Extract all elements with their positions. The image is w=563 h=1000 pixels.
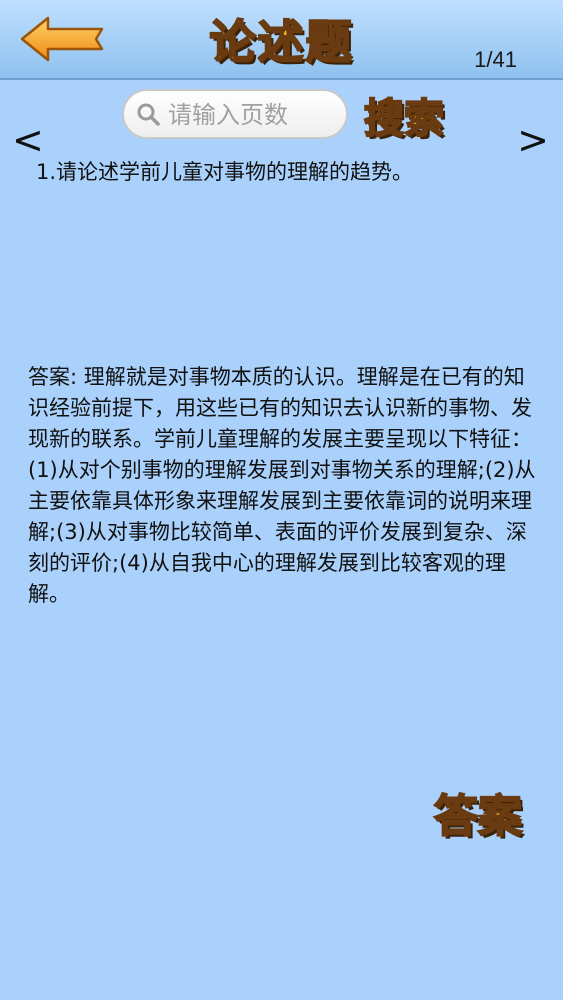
show-answer-button[interactable]: 答案: [433, 780, 523, 844]
search-field[interactable]: [122, 89, 348, 139]
page-counter: 1/41: [474, 47, 517, 72]
answer-text: 答案: 理解就是对事物本质的认识。理解是在已有的知识经验前提下，用这些已有的知识…: [28, 365, 536, 606]
search-input[interactable]: [166, 97, 340, 133]
top-bar: 论述题 1/41: [0, 0, 563, 80]
question-text: 1.请论述学前儿童对事物的理解的趋势。: [36, 160, 414, 184]
search-icon: [137, 103, 160, 126]
search-button[interactable]: 搜索: [363, 86, 445, 143]
